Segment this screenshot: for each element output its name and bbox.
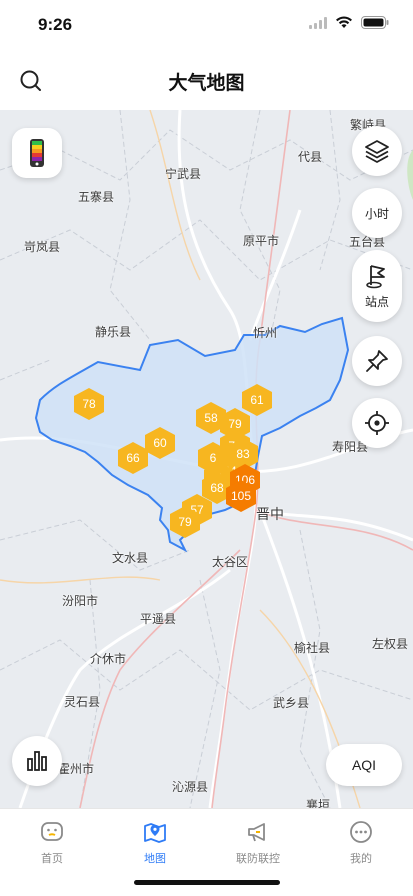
tab-label: 首页 xyxy=(41,852,63,865)
layers-button[interactable] xyxy=(352,126,402,176)
wifi-icon xyxy=(336,16,352,28)
tab-label: 地图 xyxy=(144,852,166,865)
place-label: 岢岚县 xyxy=(24,240,61,254)
place-label: 左权县 xyxy=(372,637,409,651)
status-bar: 9:26 xyxy=(0,0,413,50)
crosshair-icon xyxy=(365,411,389,435)
place-label: 宁武县 xyxy=(165,167,202,181)
place-label: 灵石县 xyxy=(64,695,101,709)
layers-icon xyxy=(365,140,389,163)
profile-dots-icon xyxy=(350,821,372,843)
megaphone-icon xyxy=(248,823,265,842)
aqi-station-marker[interactable]: 79 xyxy=(170,506,200,538)
pushpin-icon xyxy=(366,350,388,372)
place-label: 榆社县 xyxy=(294,641,331,655)
map-pin-icon xyxy=(144,823,166,843)
hour-label: 小时 xyxy=(364,206,389,221)
station-label: 站点 xyxy=(364,294,389,309)
flag-icon xyxy=(366,264,385,288)
place-label: 原平市 xyxy=(243,234,280,248)
aqi-legend-button[interactable] xyxy=(12,128,62,178)
tab-map[interactable]: 地图 xyxy=(105,819,205,866)
place-label: 介休市 xyxy=(90,652,127,666)
tab-label: 我的 xyxy=(350,852,372,865)
place-label: 文水县 xyxy=(112,551,149,565)
tab-joint-control[interactable]: 联防联控 xyxy=(208,819,308,866)
aqi-station-marker[interactable]: 105 xyxy=(226,480,256,512)
cellular-signal-icon xyxy=(309,16,327,29)
battery-icon xyxy=(361,16,389,29)
place-label: 五寨县 xyxy=(78,190,115,204)
tab-profile[interactable]: 我的 xyxy=(311,819,411,866)
air-quality-map[interactable]: 繁峙县 代县 宁武县 五寨县 原平市 五台县 岢岚县 静乐县 忻州 寿阳县 晋中… xyxy=(0,110,413,808)
aqi-station-marker[interactable]: 78 xyxy=(74,388,104,420)
aqi-station-marker[interactable]: 61 xyxy=(242,384,272,416)
place-label: 平遥县 xyxy=(140,612,177,626)
aqi-type-button[interactable]: AQI xyxy=(326,744,402,786)
place-label: 代县 xyxy=(298,150,323,164)
header: 大气地图 xyxy=(0,50,413,110)
place-label: 襄垣 xyxy=(306,798,331,808)
status-icons xyxy=(309,16,389,29)
bar-chart-icon xyxy=(27,751,47,771)
statistics-button[interactable] xyxy=(12,736,62,786)
place-label: 武乡县 xyxy=(273,696,310,710)
pin-button[interactable] xyxy=(352,336,402,386)
home-face-icon xyxy=(41,822,63,841)
station-toggle-button[interactable]: 站点 xyxy=(352,250,402,322)
place-label: 晋中 xyxy=(256,507,284,523)
locate-button[interactable] xyxy=(352,398,402,448)
tab-label: 联防联控 xyxy=(236,852,280,865)
place-label: 霍州市 xyxy=(58,762,95,776)
place-label: 沁源县 xyxy=(172,780,209,794)
aqi-scale-icon xyxy=(30,139,44,167)
place-label: 忻州 xyxy=(253,326,278,340)
tab-home[interactable]: 首页 xyxy=(2,819,102,866)
aqi-station-marker[interactable]: 66 xyxy=(118,442,148,474)
status-time: 9:26 xyxy=(38,15,73,34)
place-label: 太谷区 xyxy=(212,555,249,569)
hour-toggle-button[interactable]: 小时 xyxy=(352,188,402,238)
home-indicator xyxy=(134,880,280,885)
place-label: 静乐县 xyxy=(95,325,132,339)
page-title: 大气地图 xyxy=(168,72,245,94)
place-label: 汾阳市 xyxy=(62,594,99,608)
aqi-station-marker[interactable]: 60 xyxy=(145,427,175,459)
